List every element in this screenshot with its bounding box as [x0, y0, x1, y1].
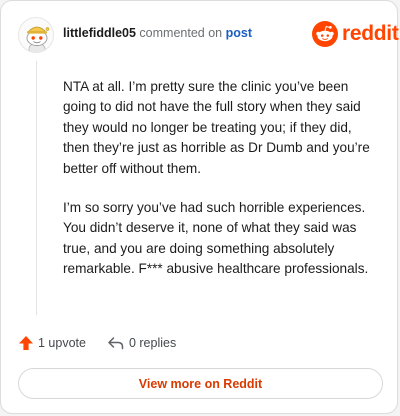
comment-body: NTA at all. I’m pretty sure the clinic y… — [63, 77, 381, 299]
replies-count: 0 replies — [128, 336, 177, 350]
comment-actions: 1 upvote 0 replies — [18, 332, 176, 354]
user-avatar[interactable] — [18, 17, 54, 53]
thread-line — [36, 61, 37, 315]
post-link[interactable]: post — [226, 26, 252, 40]
comment-paragraph: I’m so sorry you’ve had such horrible ex… — [63, 200, 369, 277]
upvote-count: 1 upvote — [38, 336, 86, 350]
upvote-arrow-icon — [19, 336, 33, 350]
comment-paragraph: NTA at all. I’m pretty sure the clinic y… — [63, 79, 370, 176]
snoo-avatar-icon — [26, 26, 50, 52]
reddit-wordmark: reddit — [342, 22, 399, 45]
reply-arrow-icon — [108, 337, 124, 350]
embedded-comment-card: littlefiddle05 commented on post reddit … — [0, 0, 399, 414]
reddit-logo[interactable]: reddit — [312, 21, 399, 47]
comment-header: littlefiddle05 commented on post — [63, 26, 252, 40]
commented-on-text: commented on — [139, 26, 223, 40]
username-link[interactable]: littlefiddle05 — [63, 26, 136, 40]
upvote-button[interactable]: 1 upvote — [18, 335, 86, 351]
view-more-button[interactable]: View more on Reddit — [18, 368, 383, 399]
replies-button[interactable]: 0 replies — [107, 335, 176, 351]
reddit-snoo-icon — [312, 21, 338, 47]
